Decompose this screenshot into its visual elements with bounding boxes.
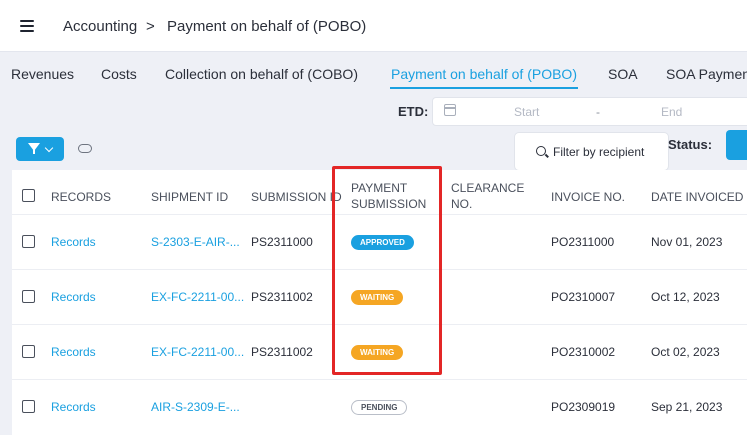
column-header-shipment-id[interactable]: SHIPMENT ID <box>151 189 228 205</box>
filter-icon-stem <box>33 149 35 154</box>
shipment-id-link[interactable]: S-2303-E-AIR-... <box>151 235 240 249</box>
filter-button[interactable] <box>16 137 64 161</box>
records-link[interactable]: Records <box>51 235 96 249</box>
column-header-date-invoiced[interactable]: DATE INVOICED <box>651 189 743 205</box>
tab-pobo[interactable]: Payment on behalf of (POBO) <box>391 66 577 82</box>
records-link[interactable]: Records <box>51 345 96 359</box>
invoice-no: PO2311000 <box>551 235 615 249</box>
search-icon <box>536 146 546 156</box>
status-badge: PENDING <box>351 400 408 415</box>
column-header-submission-id[interactable]: SUBMISSION ID <box>251 189 342 205</box>
tab-bar: Revenues Costs Collection on behalf of (… <box>0 52 747 92</box>
records-link[interactable]: Records <box>51 290 96 304</box>
calendar-icon <box>444 104 456 116</box>
tab-soa[interactable]: SOA <box>608 66 638 82</box>
tab-cobo[interactable]: Collection on behalf of (COBO) <box>165 66 358 82</box>
filter-by-recipient-label: Filter by recipient <box>553 145 645 159</box>
submission-id: PS2311002 <box>251 290 313 304</box>
etd-end-input[interactable]: End <box>661 105 682 119</box>
row-checkbox[interactable] <box>22 290 35 303</box>
date-invoiced: Oct 12, 2023 <box>651 290 720 304</box>
tab-costs[interactable]: Costs <box>101 66 137 82</box>
date-invoiced: Oct 02, 2023 <box>651 345 720 359</box>
shipment-id-link[interactable]: EX-FC-2211-00... <box>151 290 244 304</box>
status-label: Status: <box>668 137 713 152</box>
etd-start-input[interactable]: Start <box>514 105 539 119</box>
cloud-download-icon[interactable] <box>78 144 92 153</box>
tab-revenues[interactable]: Revenues <box>11 66 74 82</box>
active-tab-indicator <box>390 87 578 89</box>
tab-soa-payment[interactable]: SOA Paymen <box>666 66 747 82</box>
shipment-id-link[interactable]: AIR-S-2309-E-... <box>151 400 240 414</box>
submission-id: PS2311002 <box>251 345 313 359</box>
invoice-no: PO2310007 <box>551 290 616 304</box>
breadcrumb-section[interactable]: Accounting <box>63 18 137 35</box>
date-invoiced: Sep 21, 2023 <box>651 400 723 414</box>
payment-submission-highlight <box>332 166 442 375</box>
submission-id: PS2311000 <box>251 235 313 249</box>
shipment-id-link[interactable]: EX-FC-2211-00... <box>151 345 244 359</box>
date-invoiced: Nov 01, 2023 <box>651 235 723 249</box>
etd-label: ETD: <box>398 104 429 119</box>
row-checkbox[interactable] <box>22 345 35 358</box>
etd-range-separator: - <box>596 105 600 119</box>
invoice-no: PO2310002 <box>551 345 616 359</box>
invoice-no: PO2309019 <box>551 400 616 414</box>
etd-date-range-picker[interactable] <box>432 97 747 126</box>
column-header-invoice-no[interactable]: INVOICE NO. <box>551 189 625 205</box>
records-link[interactable]: Records <box>51 400 96 414</box>
column-header-clearance-no[interactable]: CLEARANCE NO. <box>451 180 531 212</box>
row-checkbox[interactable] <box>22 400 35 413</box>
column-header-records[interactable]: RECORDS <box>51 189 111 205</box>
menu-icon[interactable] <box>20 20 34 32</box>
breadcrumb-separator: > <box>146 18 155 35</box>
select-all-checkbox[interactable] <box>22 189 35 202</box>
row-checkbox[interactable] <box>22 235 35 248</box>
page-title: Payment on behalf of (POBO) <box>167 18 367 35</box>
status-filter-button[interactable] <box>726 130 747 160</box>
